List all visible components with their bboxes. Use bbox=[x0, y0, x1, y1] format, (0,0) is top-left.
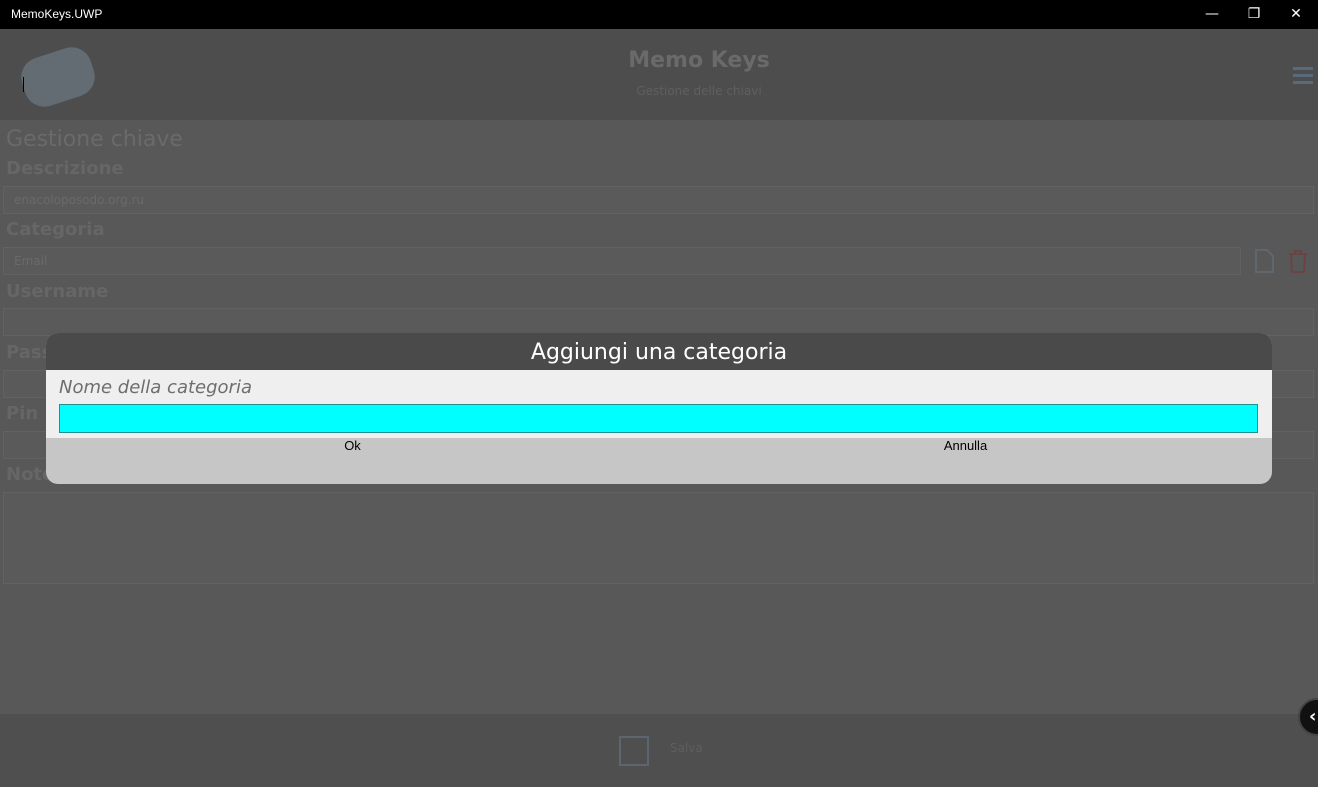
username-label: Username bbox=[6, 281, 109, 302]
descrizione-field[interactable] bbox=[3, 186, 1314, 214]
close-icon: ✕ bbox=[1290, 6, 1302, 22]
app-subtitle: Gestione delle chiavi bbox=[636, 84, 762, 98]
restore-button[interactable]: ❐ bbox=[1233, 0, 1275, 29]
text-caret bbox=[23, 77, 24, 92]
categoria-label: Categoria bbox=[6, 219, 105, 240]
cancel-button[interactable]: Annulla bbox=[659, 438, 1272, 484]
add-category-button[interactable] bbox=[1253, 249, 1275, 273]
save-label[interactable]: Salva bbox=[670, 741, 703, 755]
dialog-body: Nome della categoria bbox=[46, 370, 1272, 438]
categoria-select[interactable] bbox=[3, 247, 1241, 275]
app-header bbox=[0, 29, 1318, 120]
window-title: MemoKeys.UWP bbox=[11, 7, 103, 21]
note-field[interactable] bbox=[3, 492, 1314, 584]
minimize-icon: — bbox=[1205, 6, 1219, 22]
trash-icon bbox=[1289, 250, 1307, 273]
chevron-left-icon: ‹ bbox=[1309, 706, 1317, 727]
bottom-app-bar bbox=[0, 714, 1318, 787]
ok-button[interactable]: Ok bbox=[46, 438, 659, 484]
delete-category-button[interactable] bbox=[1287, 249, 1309, 273]
username-field[interactable] bbox=[3, 308, 1314, 336]
descrizione-value: enacoloposodo.org.ru bbox=[14, 193, 145, 207]
dialog-title: Aggiungi una categoria bbox=[46, 333, 1272, 370]
new-document-icon bbox=[1255, 249, 1274, 273]
descrizione-label: Descrizione bbox=[6, 158, 124, 179]
pin-label: Pin bbox=[6, 403, 39, 424]
floppy-disk-icon[interactable] bbox=[619, 736, 649, 766]
minimize-button[interactable]: — bbox=[1191, 0, 1233, 29]
app-title: Memo Keys bbox=[628, 48, 770, 73]
category-name-label: Nome della categoria bbox=[59, 377, 252, 398]
window-titlebar: MemoKeys.UWP — ❐ ✕ bbox=[0, 0, 1318, 29]
restore-icon: ❐ bbox=[1247, 6, 1261, 22]
page-title: Gestione chiave bbox=[6, 127, 183, 152]
add-category-dialog: Aggiungi una categoria Nome della catego… bbox=[46, 333, 1272, 484]
hamburger-menu-icon[interactable] bbox=[1293, 67, 1313, 85]
category-name-input[interactable] bbox=[59, 404, 1258, 433]
close-window-button[interactable]: ✕ bbox=[1275, 0, 1317, 29]
categoria-value: Email bbox=[14, 254, 48, 268]
